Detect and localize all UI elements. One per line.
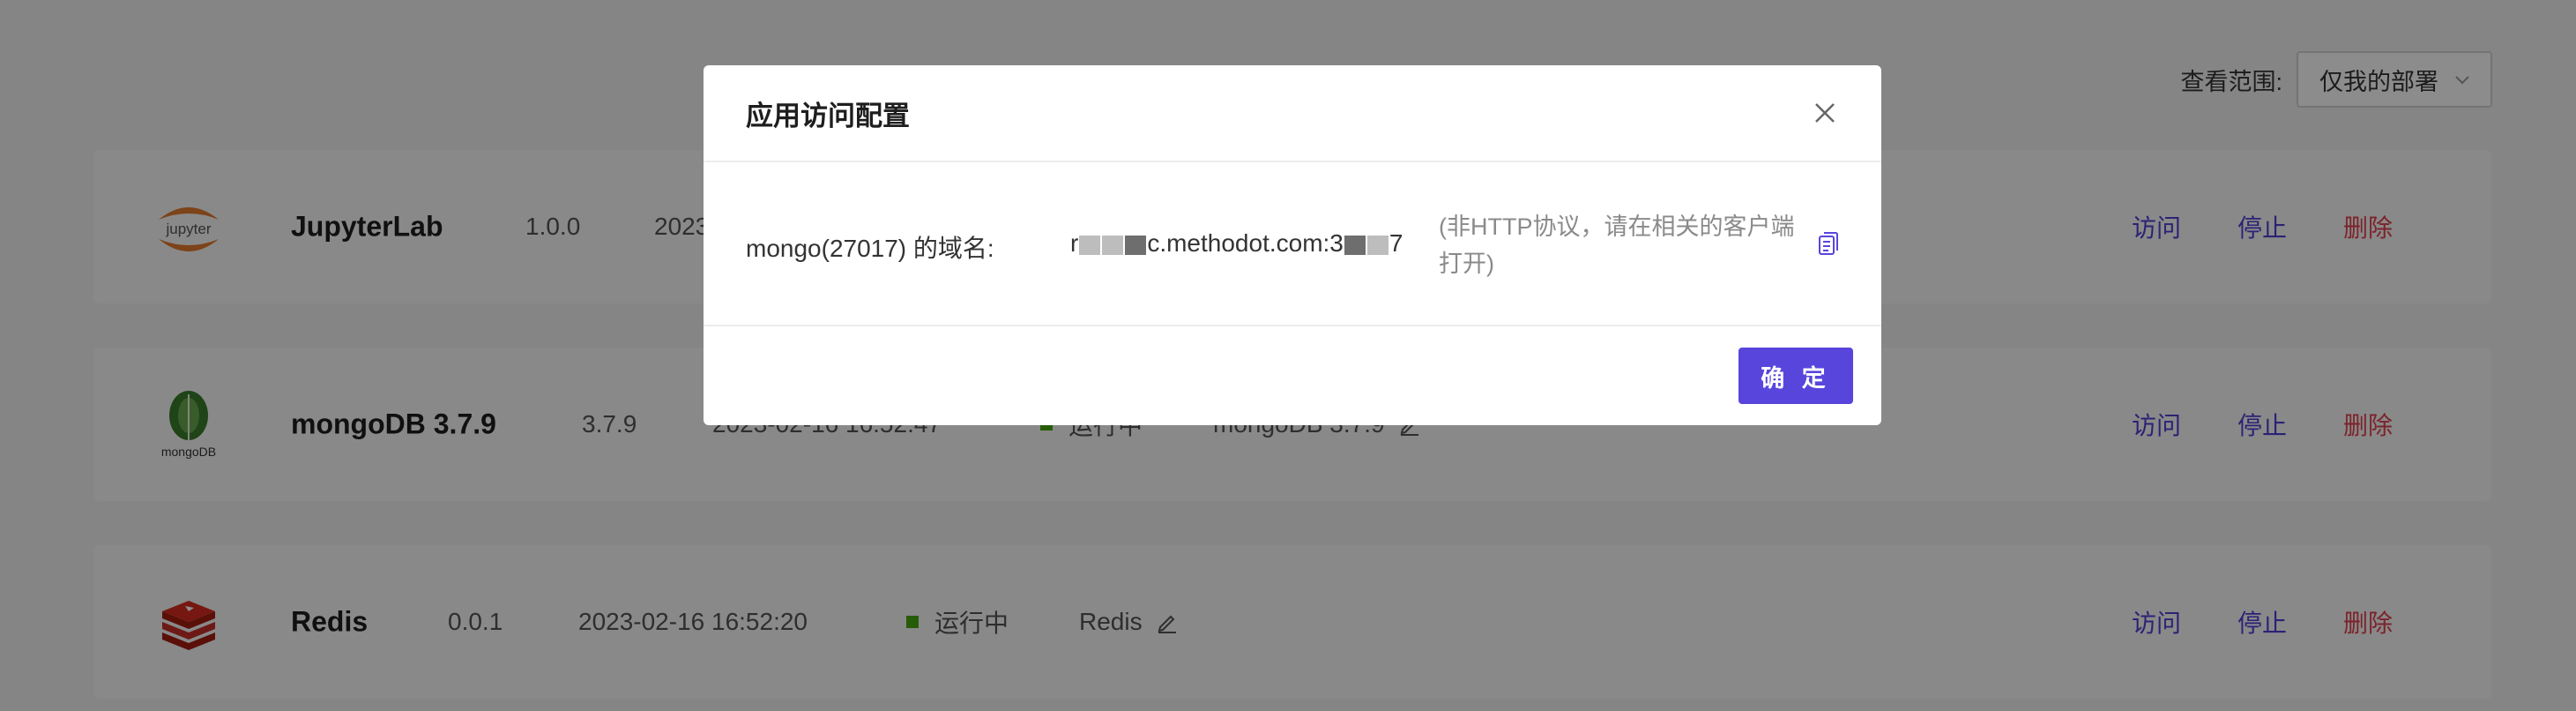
confirm-button[interactable]: 确 定 bbox=[1738, 348, 1853, 404]
domain-value-mid: c.methodot.com:3 bbox=[1147, 229, 1344, 257]
redaction-mask bbox=[1079, 235, 1101, 255]
domain-value: r c.methodot.com:3 7 bbox=[1070, 229, 1403, 258]
redaction-mask bbox=[1344, 235, 1366, 255]
protocol-note: (非HTTP协议，请在相关的客户端打开) bbox=[1439, 213, 1795, 277]
dialog-body: mongo(27017) 的域名: r c.methodot.com:3 7 (非H… bbox=[704, 162, 1881, 326]
domain-value-prefix: r bbox=[1070, 229, 1079, 257]
dialog-header: 应用访问配置 bbox=[704, 65, 1881, 162]
close-icon[interactable] bbox=[1811, 99, 1839, 127]
dialog-footer: 确 定 bbox=[704, 326, 1881, 423]
domain-value-suffix: 7 bbox=[1389, 229, 1403, 257]
domain-label: mongo(27017) 的域名: bbox=[746, 235, 994, 262]
dialog-title: 应用访问配置 bbox=[746, 100, 910, 131]
access-config-dialog: 应用访问配置 mongo(27017) 的域名: r c.methodot.com… bbox=[704, 65, 1881, 425]
redaction-mask bbox=[1366, 235, 1389, 255]
redaction-mask bbox=[1102, 235, 1124, 255]
copy-icon[interactable] bbox=[1816, 231, 1841, 258]
redaction-mask bbox=[1125, 235, 1147, 255]
